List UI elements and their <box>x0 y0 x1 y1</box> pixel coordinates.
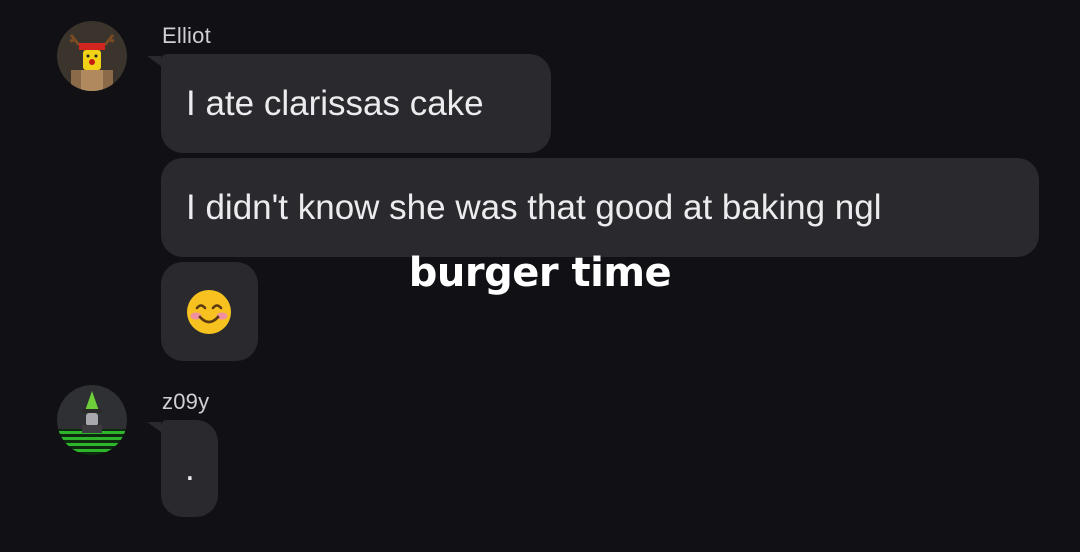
reindeer-avatar-icon[interactable] <box>57 21 127 91</box>
message-text: I ate clarissas cake <box>186 83 484 123</box>
bubble-tail <box>147 422 161 432</box>
username-z09y[interactable]: z09y <box>162 389 209 415</box>
message-bubble[interactable]: . <box>161 420 218 517</box>
message-bubble[interactable]: I ate clarissas cake <box>161 54 551 153</box>
overlay-caption: burger time <box>408 250 672 296</box>
bubble-tail <box>147 56 161 66</box>
username-elliot[interactable]: Elliot <box>162 23 211 49</box>
message-bubble[interactable]: I didn't know she was that good at bakin… <box>161 158 1039 257</box>
message-text: I didn't know she was that good at bakin… <box>186 187 882 227</box>
message-text: . <box>185 448 195 488</box>
wizard-avatar-icon[interactable] <box>57 385 127 455</box>
